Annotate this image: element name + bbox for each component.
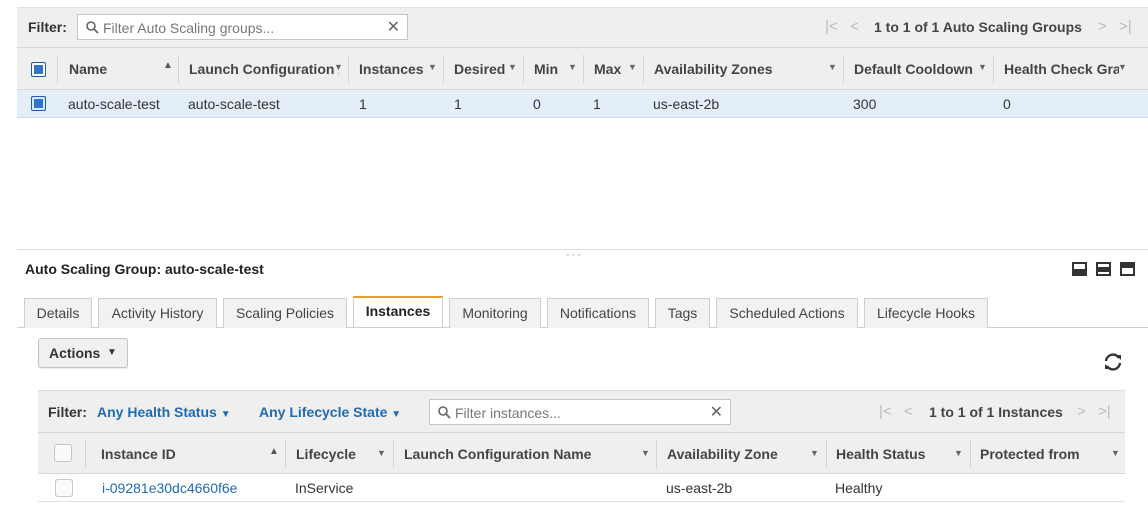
tab-scaling-policies[interactable]: Scaling Policies (223, 298, 347, 328)
cell-availability-zones: us-east-2b (653, 96, 720, 112)
layout-top-icon[interactable] (1120, 262, 1135, 276)
col-header-min[interactable]: Min (534, 48, 569, 90)
refresh-icon[interactable] (1102, 351, 1124, 376)
clear-icon[interactable]: ✕ (710, 405, 723, 421)
search-icon (438, 406, 451, 422)
tab-details[interactable]: Details (24, 298, 92, 328)
cell-availability-zone: us-east-2b (666, 480, 733, 496)
cell-desired: 1 (454, 96, 462, 112)
chevron-down-icon: ▼ (391, 409, 402, 420)
chevron-down-icon[interactable]: ▼ (1111, 448, 1120, 458)
tab-scheduled-actions[interactable]: Scheduled Actions (716, 298, 858, 328)
instances-table-header: Instance ID ▲ Lifecycle ▼ Launch Configu… (38, 432, 1125, 474)
tab-activity-history[interactable]: Activity History (98, 298, 217, 328)
col-header-launch-config-name[interactable]: Launch Configuration Name (404, 433, 634, 475)
row-checkbox[interactable] (55, 479, 73, 497)
lifecycle-state-filter[interactable]: Any Lifecycle State ▼ (259, 404, 401, 420)
groups-filter-label: Filter: (28, 19, 67, 35)
chevron-down-icon[interactable]: ▼ (641, 448, 650, 458)
cell-max: 1 (593, 96, 601, 112)
cell-default-cooldown: 300 (853, 96, 877, 112)
col-header-protected-from[interactable]: Protected from (980, 433, 1105, 475)
chevron-down-icon[interactable]: ▼ (334, 62, 343, 72)
cell-instance-id-link[interactable]: i-09281e30dc4660f6e (102, 474, 237, 502)
groups-pager-text: 1 to 1 of 1 Auto Scaling Groups (874, 19, 1082, 35)
tab-tags[interactable]: Tags (655, 298, 710, 328)
first-page-icon[interactable]: |< (825, 18, 838, 35)
last-page-icon[interactable]: >| (1098, 403, 1111, 420)
sort-asc-icon: ▲ (163, 60, 173, 71)
instances-toolbar: Filter: Any Health Status ▼ Any Lifecycl… (38, 390, 1125, 432)
chevron-down-icon[interactable]: ▼ (810, 448, 819, 458)
instances-pager-text: 1 to 1 of 1 Instances (929, 404, 1063, 420)
chevron-down-icon[interactable]: ▼ (428, 62, 437, 72)
instances-search-input[interactable]: Filter instances... ✕ (429, 399, 731, 425)
col-header-launch-config[interactable]: Launch Configuration / (189, 48, 339, 90)
chevron-down-icon[interactable]: ▼ (508, 62, 517, 72)
select-all-instances-checkbox[interactable] (54, 444, 72, 462)
col-header-default-cooldown[interactable]: Default Cooldown (854, 48, 984, 90)
cell-health-check-grace: 0 (1003, 96, 1011, 112)
chevron-down-icon[interactable]: ▼ (568, 62, 577, 72)
cell-min: 0 (533, 96, 541, 112)
chevron-down-icon: ▼ (220, 409, 231, 420)
col-header-lifecycle[interactable]: Lifecycle (296, 433, 376, 475)
tab-notifications[interactable]: Notifications (547, 298, 649, 328)
last-page-icon[interactable]: >| (1119, 18, 1132, 35)
splitter-handle[interactable]: ◦◦◦ (566, 250, 583, 261)
first-page-icon[interactable]: |< (879, 403, 892, 420)
tab-monitoring[interactable]: Monitoring (449, 298, 541, 328)
chevron-down-icon[interactable]: ▼ (828, 62, 837, 72)
groups-table-header: Name ▲ Launch Configuration / ▼ Instance… (17, 47, 1148, 90)
instances-filter-label: Filter: (48, 404, 87, 420)
cell-launch-config: auto-scale-test (188, 96, 280, 112)
next-page-icon[interactable]: > (1098, 18, 1107, 35)
layout-bottom-icon[interactable] (1072, 262, 1087, 276)
detail-title: Auto Scaling Group: auto-scale-test (25, 261, 264, 277)
instances-search-placeholder: Filter instances... (455, 405, 561, 421)
prev-page-icon[interactable]: < (904, 403, 913, 420)
health-status-filter[interactable]: Any Health Status ▼ (97, 404, 231, 420)
sort-asc-icon: ▲ (269, 446, 279, 457)
prev-page-icon[interactable]: < (850, 18, 859, 35)
col-header-instance-id[interactable]: Instance ID (101, 433, 261, 475)
cell-lifecycle: InService (295, 480, 354, 496)
clear-icon[interactable]: ✕ (387, 20, 400, 36)
next-page-icon[interactable]: > (1077, 403, 1086, 420)
groups-toolbar: Filter: Filter Auto Scaling groups... ✕ … (17, 7, 1148, 47)
layout-split-icon[interactable] (1096, 262, 1111, 276)
col-header-availability-zone[interactable]: Availability Zone (667, 433, 807, 475)
chevron-down-icon[interactable]: ▼ (978, 62, 987, 72)
table-row[interactable]: auto-scale-test auto-scale-test 1 1 0 1 … (17, 90, 1148, 118)
actions-button[interactable]: Actions ▼ (38, 338, 128, 368)
cell-instances: 1 (359, 96, 367, 112)
col-header-availability-zones[interactable]: Availability Zones (654, 48, 824, 90)
col-header-desired[interactable]: Desired (454, 48, 514, 90)
chevron-down-icon[interactable]: ▼ (628, 62, 637, 72)
col-header-health-status[interactable]: Health Status (836, 433, 956, 475)
search-icon (86, 21, 99, 37)
table-row[interactable]: i-09281e30dc4660f6e InService us-east-2b… (38, 474, 1125, 502)
groups-search-placeholder: Filter Auto Scaling groups... (103, 20, 275, 36)
col-header-health-check-grace[interactable]: Health Check Grac (1004, 48, 1119, 90)
chevron-down-icon[interactable]: ▼ (377, 448, 386, 458)
row-checkbox[interactable] (31, 96, 46, 111)
cell-name: auto-scale-test (68, 96, 160, 112)
cell-health-status: Healthy (835, 480, 883, 496)
actions-label: Actions (49, 345, 101, 361)
chevron-down-icon[interactable]: ▼ (954, 448, 963, 458)
col-header-instances[interactable]: Instances (359, 48, 439, 90)
tab-instances[interactable]: Instances (353, 296, 443, 327)
groups-search-input[interactable]: Filter Auto Scaling groups... ✕ (77, 14, 408, 40)
select-all-checkbox[interactable] (31, 62, 46, 77)
col-header-max[interactable]: Max (594, 48, 629, 90)
chevron-down-icon[interactable]: ▼ (1118, 62, 1127, 72)
tab-lifecycle-hooks[interactable]: Lifecycle Hooks (864, 298, 988, 328)
chevron-down-icon: ▼ (107, 347, 117, 358)
